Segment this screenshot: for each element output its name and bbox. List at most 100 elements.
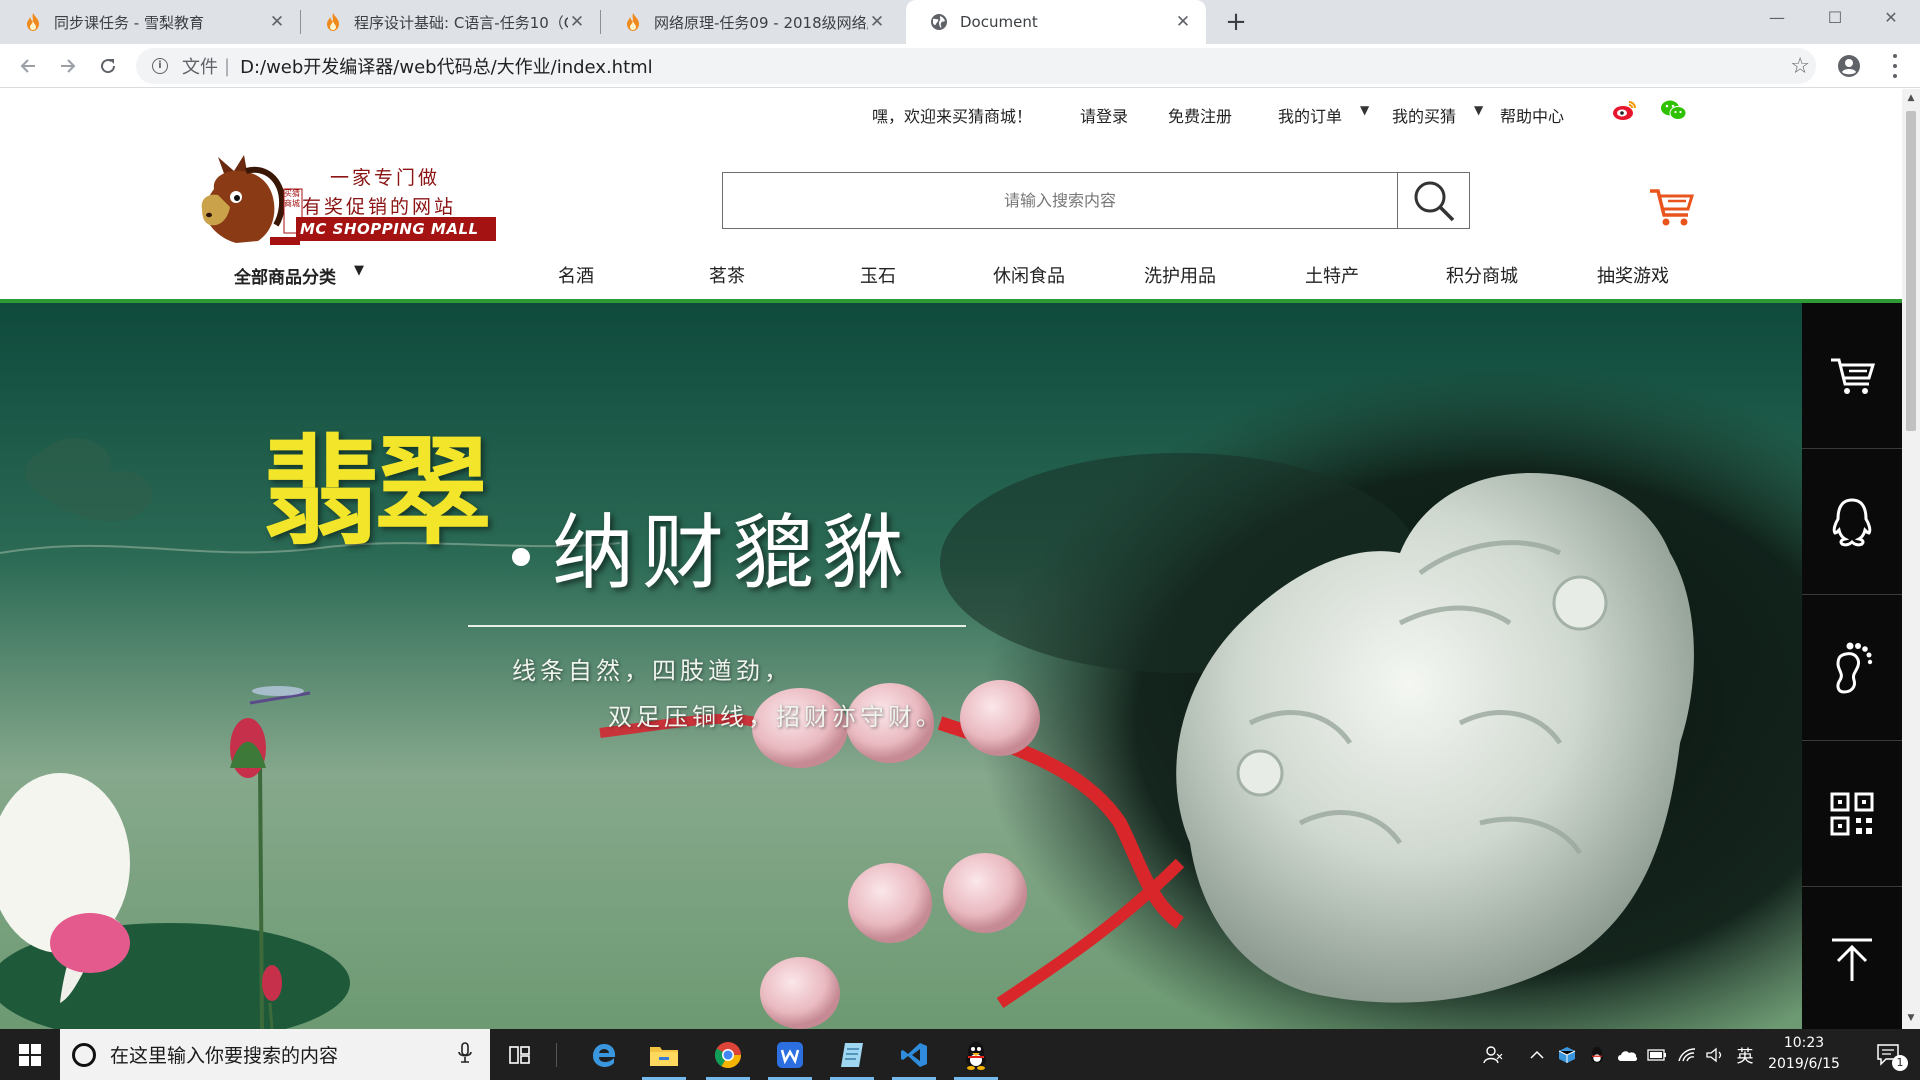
all-categories-menu[interactable]: 全部商品分类 (234, 263, 336, 288)
people-icon[interactable] (1478, 1029, 1508, 1080)
caret-down-icon[interactable]: ▼ (354, 263, 364, 278)
cart-button[interactable] (1648, 187, 1695, 227)
account-icon[interactable] (1836, 53, 1862, 79)
wifi-icon[interactable] (1674, 1029, 1700, 1080)
cube-tray-icon[interactable] (1554, 1029, 1580, 1080)
battery-icon[interactable] (1644, 1029, 1670, 1080)
nav-item[interactable]: 玉石 (860, 262, 896, 288)
logo-text: 一家专门做 有奖促销的网站 MC SHOPPING MALL (296, 149, 504, 249)
scroll-down-arrow-icon[interactable]: ▼ (1906, 1013, 1916, 1023)
page-viewport: 嘿，欢迎来买猜商城！ 请登录 免费注册 我的订单 ▼ 我的买猜 ▼ 帮助中心 买… (0, 89, 1902, 1029)
windows-taskbar: 在这里输入你要搜索的内容 英 10:23 2019/6/15 1 (0, 1029, 1920, 1080)
forward-button[interactable] (52, 50, 84, 82)
sidebar-qrcode-button[interactable] (1802, 741, 1902, 887)
scroll-up-arrow-icon[interactable]: ▲ (1906, 93, 1916, 103)
nav-item[interactable]: 抽奖游戏 (1597, 262, 1669, 288)
caret-down-icon[interactable]: ▼ (1474, 103, 1483, 117)
nav-item[interactable]: 土特产 (1305, 262, 1359, 288)
browser-tab[interactable]: 网络原理-任务09 - 2018级网络服 ✕ (600, 0, 900, 44)
taskbar-chrome[interactable] (698, 1029, 758, 1080)
site-logo[interactable]: 买猜商城 一家专门做 有奖促销的网站 MC SHOPPING MALL (196, 149, 506, 249)
nav-item[interactable]: 洗护用品 (1144, 262, 1216, 288)
qrcode-icon (1830, 792, 1874, 835)
sidebar-back-to-top-button[interactable] (1802, 887, 1902, 1029)
bookmark-star-icon[interactable]: ☆ (1790, 54, 1810, 79)
hero-banner[interactable]: 翡翠 纳财貔貅 线条自然，四肢遒劲， 双足压铜线，招财亦守财。 (0, 303, 1902, 1029)
search-button[interactable] (1397, 173, 1469, 228)
arrow-right-icon (61, 59, 76, 73)
volume-icon[interactable] (1702, 1029, 1728, 1080)
new-tab-button[interactable]: + (1220, 6, 1252, 38)
wechat-icon[interactable] (1660, 99, 1688, 125)
close-window-button[interactable]: ✕ (1862, 0, 1920, 44)
tab-title: 程序设计基础: C语言-任务10（C (354, 13, 568, 32)
browser-tab[interactable]: 程序设计基础: C语言-任务10（C ✕ (300, 0, 601, 44)
browser-tab-strip: 同步课任务 - 雪梨教育 ✕ 程序设计基础: C语言-任务10（C ✕ 网络原理… (0, 0, 1920, 44)
notification-count-badge: 1 (1892, 1055, 1908, 1071)
browser-tab-active[interactable]: Document ✕ (906, 0, 1206, 44)
sidebar-cart-button[interactable] (1802, 303, 1902, 449)
close-tab-icon[interactable]: ✕ (868, 12, 886, 32)
logo-line-1: 一家专门做 (330, 167, 441, 189)
onedrive-icon[interactable] (1614, 1029, 1640, 1080)
nav-item[interactable]: 名酒 (558, 262, 594, 288)
search-input[interactable] (723, 173, 1397, 228)
my-guess-link[interactable]: 我的买猜 (1392, 103, 1456, 127)
taskbar-search[interactable]: 在这里输入你要搜索的内容 (60, 1029, 490, 1080)
windows-logo-icon (19, 1043, 41, 1066)
chrome-icon (714, 1041, 742, 1068)
caret-down-icon[interactable]: ▼ (1360, 103, 1369, 117)
tab-title: Document (960, 13, 1038, 31)
login-link[interactable]: 请登录 (1080, 103, 1128, 127)
welcome-text: 嘿，欢迎来买猜商城！ (872, 107, 1033, 126)
register-link[interactable]: 免费注册 (1168, 103, 1232, 127)
close-tab-icon[interactable]: ✕ (268, 12, 286, 32)
taskbar-edge[interactable] (574, 1029, 634, 1080)
address-url[interactable]: D:/web开发编译器/web代码总/大作业/index.html (240, 53, 653, 79)
help-center-link[interactable]: 帮助中心 (1500, 103, 1564, 127)
show-hidden-icons-chevron-icon[interactable] (1522, 1029, 1552, 1080)
cortana-icon (72, 1042, 96, 1067)
close-tab-icon[interactable]: ✕ (568, 12, 586, 32)
minimize-button[interactable]: — (1748, 0, 1806, 44)
back-button[interactable] (12, 50, 44, 82)
microphone-icon[interactable] (450, 1041, 480, 1068)
browser-toolbar: i 文件 | D:/web开发编译器/web代码总/大作业/index.html… (0, 44, 1920, 88)
nav-item[interactable]: 茗茶 (709, 262, 745, 288)
weibo-icon[interactable] (1612, 99, 1638, 125)
taskbar-clock[interactable]: 10:23 2019/6/15 (1752, 1033, 1856, 1075)
taskbar-notepad[interactable] (822, 1029, 882, 1080)
page-scrollbar[interactable]: ▲ ▼ (1902, 89, 1920, 1029)
sidebar-qq-button[interactable] (1802, 449, 1902, 595)
task-view-button[interactable] (490, 1029, 550, 1080)
maximize-button[interactable]: ☐ (1806, 0, 1864, 44)
info-icon[interactable]: i (152, 58, 168, 74)
close-tab-icon[interactable]: ✕ (1174, 12, 1192, 32)
scrollbar-thumb[interactable] (1906, 111, 1916, 431)
shopping-cart-icon (1650, 189, 1695, 226)
taskbar-wps[interactable] (760, 1029, 820, 1080)
menu-kebab-icon[interactable] (1892, 54, 1898, 78)
edge-icon (593, 1043, 616, 1067)
action-center-button[interactable]: 1 (1866, 1029, 1912, 1080)
reload-icon (101, 59, 116, 74)
flame-icon (324, 13, 342, 31)
floating-sidebar (1802, 303, 1902, 1029)
cart-icon (1831, 358, 1875, 394)
reload-button[interactable] (92, 50, 124, 82)
banner-title-main: 翡翠 (262, 422, 492, 561)
taskbar-divider (556, 1043, 557, 1067)
start-button[interactable] (0, 1029, 60, 1080)
site-top-bar: 嘿，欢迎来买猜商城！ 请登录 免费注册 我的订单 ▼ 我的买猜 ▼ 帮助中心 (0, 89, 1902, 139)
my-orders-link[interactable]: 我的订单 (1278, 103, 1342, 127)
taskbar-file-explorer[interactable] (634, 1029, 694, 1080)
nav-item[interactable]: 积分商城 (1446, 262, 1518, 288)
search-icon (1414, 181, 1454, 221)
nav-item[interactable]: 休闲食品 (993, 262, 1065, 288)
browser-tab[interactable]: 同步课任务 - 雪梨教育 ✕ (0, 0, 301, 44)
taskbar-qq[interactable] (946, 1029, 1006, 1080)
taskbar-vscode[interactable] (884, 1029, 944, 1080)
sidebar-footprint-button[interactable] (1802, 595, 1902, 741)
qq-tray-icon[interactable] (1584, 1029, 1610, 1080)
address-bar[interactable]: i 文件 | D:/web开发编译器/web代码总/大作业/index.html (136, 48, 1816, 84)
